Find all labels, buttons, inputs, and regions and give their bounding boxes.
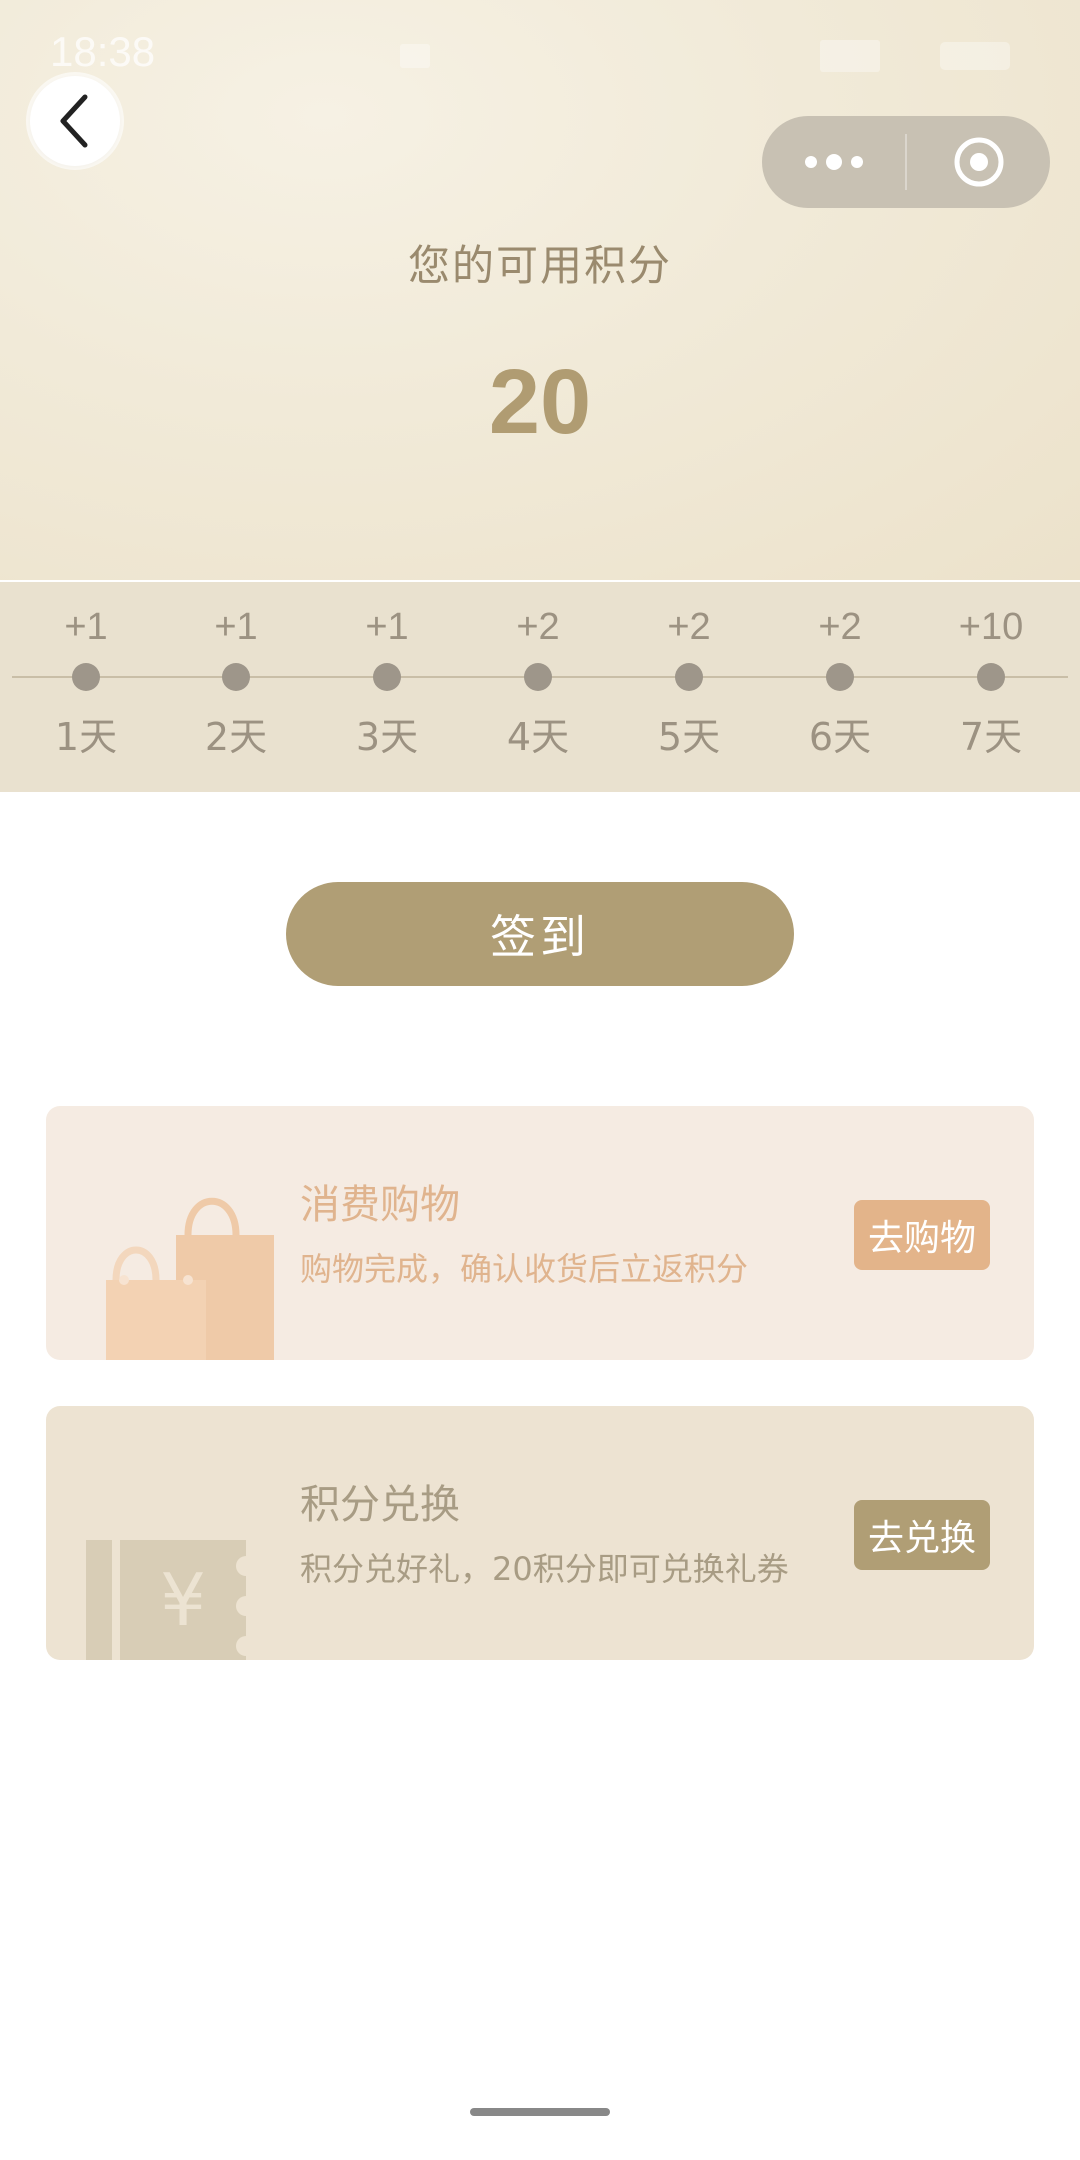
yuan-coupon-icon: ¥ (86, 1540, 246, 1660)
streak-day: +2 5天 (614, 582, 764, 792)
streak-day-label: 1天 (54, 715, 118, 759)
streak-day: +1 1天 (11, 582, 161, 792)
points-label: 您的可用积分 (407, 241, 672, 290)
svg-text:¥: ¥ (160, 1558, 206, 1642)
streak-points: +2 (818, 606, 862, 648)
streak-dot (826, 663, 854, 691)
streak-dot (72, 663, 100, 691)
streak-day-label: 4天 (506, 715, 570, 759)
streak-day: +1 3天 (312, 582, 462, 792)
streak-dot (977, 663, 1005, 691)
back-button[interactable] (30, 76, 120, 166)
status-time: 18:38 (50, 28, 156, 75)
streak-day-label: 7天 (959, 715, 1023, 759)
streak-dot (222, 663, 250, 691)
streak-day-label: 2天 (204, 715, 268, 759)
streak-points: +1 (64, 606, 108, 648)
status-icons (400, 40, 1010, 72)
exchange-title: 积分兑换 (300, 1482, 460, 1528)
streak-points: +1 (365, 606, 409, 648)
streak-points: +1 (214, 606, 258, 648)
go-exchange-button[interactable]: 去兑换 (854, 1500, 990, 1570)
go-shopping-button[interactable]: 去购物 (854, 1200, 990, 1270)
more-dots-icon (804, 154, 863, 170)
streak-dot (524, 663, 552, 691)
more-button[interactable] (762, 116, 905, 208)
streak-day-label: 6天 (808, 715, 872, 759)
shopping-bag-icon (106, 1197, 274, 1360)
home-indicator[interactable] (470, 2108, 610, 2116)
streak-points: +2 (667, 606, 711, 648)
streak-dot (675, 663, 703, 691)
checkin-streak: +1 1天 +1 2天 +1 3天 +2 4天 +2 5天 +2 6天 +10 … (0, 582, 1080, 792)
shopping-title: 消费购物 (300, 1182, 460, 1228)
streak-day: +10 7天 (916, 582, 1066, 792)
exchange-card: ¥ 积分兑换 积分兑好礼，20积分即可兑换礼券 去兑换 (46, 1406, 1034, 1660)
close-miniprogram-button[interactable] (907, 116, 1050, 208)
streak-day-label: 5天 (657, 715, 721, 759)
streak-day-label: 3天 (355, 715, 419, 759)
checkin-button[interactable]: 签到 (286, 882, 794, 986)
shopping-desc: 购物完成，确认收货后立返积分 (300, 1250, 749, 1288)
streak-points: +10 (958, 606, 1024, 648)
target-close-icon (954, 137, 1003, 187)
streak-dot (373, 663, 401, 691)
shopping-card: 消费购物 购物完成，确认收货后立返积分 去购物 (46, 1106, 1034, 1360)
chevron-left-icon (60, 94, 88, 148)
streak-day: +2 4天 (463, 582, 613, 792)
streak-day: +2 6天 (765, 582, 915, 792)
points-value: 20 (488, 351, 592, 453)
exchange-desc: 积分兑好礼，20积分即可兑换礼券 (300, 1550, 789, 1588)
streak-day: +1 2天 (161, 582, 311, 792)
streak-points: +2 (516, 606, 560, 648)
points-header: 18:38 您的可用积分 20 (0, 0, 1080, 580)
miniprogram-capsule (762, 116, 1050, 208)
